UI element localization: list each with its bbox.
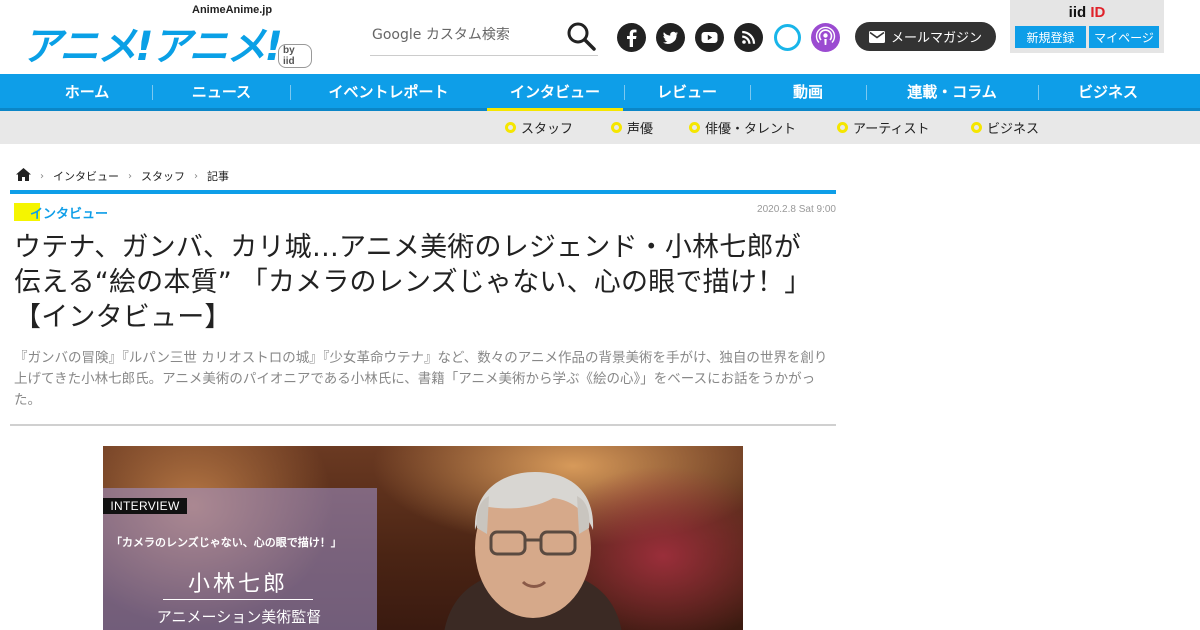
article-title: ウテナ、ガンバ、カリ城…アニメ美術のレジェンド・小林七郎が伝える“絵の本質” 「… <box>14 232 812 334</box>
subnav-item-artist[interactable]: アーティスト <box>837 111 929 144</box>
subnav-item-voice-actor[interactable]: 声優 <box>611 111 653 144</box>
main-nav: ホーム ニュース イベントレポート インタビュー レビュー 動画 連載・コラム … <box>0 74 1200 111</box>
bullet-icon <box>611 122 622 133</box>
article-top-rule <box>10 190 836 194</box>
podcast-icon <box>815 26 836 45</box>
iid-title-prefix: iid <box>1068 4 1087 21</box>
chevron-right-icon: › <box>128 170 132 182</box>
hero-quote: 「カメラのレンズじゃない、心の眼で描け！」 <box>111 536 342 549</box>
nav-item-review[interactable]: レビュー <box>625 74 749 108</box>
bullet-icon <box>971 122 982 133</box>
nav-item-video[interactable]: 動画 <box>751 74 865 108</box>
logo-by-iid: by iid <box>278 44 312 68</box>
logo-wordmark: アニメ!アニメ! <box>22 24 283 70</box>
podcast-link[interactable] <box>811 23 840 52</box>
breadcrumb-item[interactable]: スタッフ <box>141 168 185 184</box>
subnav-label: 俳優・タレント <box>705 122 797 137</box>
twitter-icon <box>663 31 678 44</box>
hero-name-underline <box>163 599 313 600</box>
nav-item-column[interactable]: 連載・コラム <box>867 74 1037 108</box>
mail-icon <box>868 30 885 43</box>
mail-magazine-button[interactable]: メールマガジン <box>855 22 996 51</box>
mail-magazine-label: メールマガジン <box>890 31 982 46</box>
bullet-icon <box>505 122 516 133</box>
chevron-right-icon: › <box>40 170 44 182</box>
interview-badge: INTERVIEW <box>103 498 187 514</box>
breadcrumb-home[interactable] <box>16 168 31 184</box>
nav-item-home[interactable]: ホーム <box>22 74 152 108</box>
subnav-item-staff[interactable]: スタッフ <box>505 111 573 144</box>
youtube-icon <box>701 32 718 43</box>
article-lead: 『ガンバの冒険』『ルパン三世 カリオストロの城』『少女革命ウテナ』など、数々のア… <box>14 350 828 408</box>
rss-link[interactable] <box>734 23 763 52</box>
search-icon <box>567 22 596 51</box>
rss-icon <box>742 30 756 44</box>
hero-image: INTERVIEW 「カメラのレンズじゃない、心の眼で描け！」 小林七郎 アニメ… <box>103 446 743 630</box>
portrait-illustration <box>444 472 622 630</box>
register-button[interactable]: 新規登録 <box>1015 26 1086 48</box>
subnav-label: 声優 <box>627 122 654 137</box>
subnav-item-actor-talent[interactable]: 俳優・タレント <box>689 111 796 144</box>
subnav-label: ビジネス <box>987 122 1040 137</box>
search-box <box>370 18 598 56</box>
article-divider <box>10 424 836 426</box>
twitter-link[interactable] <box>656 23 685 52</box>
alexa-icon <box>774 24 801 51</box>
sub-nav: スタッフ 声優 俳優・タレント アーティスト ビジネス <box>0 111 1200 144</box>
subnav-label: スタッフ <box>521 122 574 137</box>
search-button[interactable] <box>565 20 597 52</box>
chevron-right-icon: › <box>194 170 198 182</box>
facebook-link[interactable] <box>617 23 646 52</box>
iid-title-suffix: ID <box>1090 4 1106 21</box>
nav-item-interview[interactable]: インタビュー <box>487 74 623 111</box>
youtube-link[interactable] <box>695 23 724 52</box>
hero-name: 小林七郎 <box>187 572 288 597</box>
subnav-label: アーティスト <box>853 122 930 137</box>
site-logo[interactable]: AnimeAnime.jp アニメ!アニメ! by iid <box>22 4 312 70</box>
category-tag[interactable]: インタビュー <box>14 202 108 222</box>
breadcrumb: › インタビュー › スタッフ › 記事 <box>16 166 229 186</box>
mypage-button[interactable]: マイページ <box>1089 26 1159 48</box>
subnav-item-business[interactable]: ビジネス <box>971 111 1039 144</box>
alexa-link[interactable] <box>773 23 802 52</box>
bullet-icon <box>837 122 848 133</box>
hero-role: アニメーション美術監督 <box>156 608 322 626</box>
bullet-icon <box>689 122 700 133</box>
search-input[interactable] <box>372 22 560 48</box>
home-icon <box>16 168 31 181</box>
facebook-icon <box>627 29 637 47</box>
site-header: AnimeAnime.jp アニメ!アニメ! by iid メールマガジン <box>0 0 1200 74</box>
breadcrumb-current: 記事 <box>207 170 229 183</box>
iid-account-box: iid ID 新規登録 マイページ <box>1010 0 1164 53</box>
breadcrumb-item[interactable]: インタビュー <box>53 168 119 184</box>
nav-item-event-report[interactable]: イベントレポート <box>291 74 486 108</box>
category-label: インタビュー <box>30 206 109 222</box>
publish-date: 2020.2.8 Sat 9:00 <box>757 204 836 215</box>
nav-item-business[interactable]: ビジネス <box>1039 74 1177 108</box>
nav-item-news[interactable]: ニュース <box>153 74 290 108</box>
iid-id-title: iid ID <box>1010 4 1164 21</box>
